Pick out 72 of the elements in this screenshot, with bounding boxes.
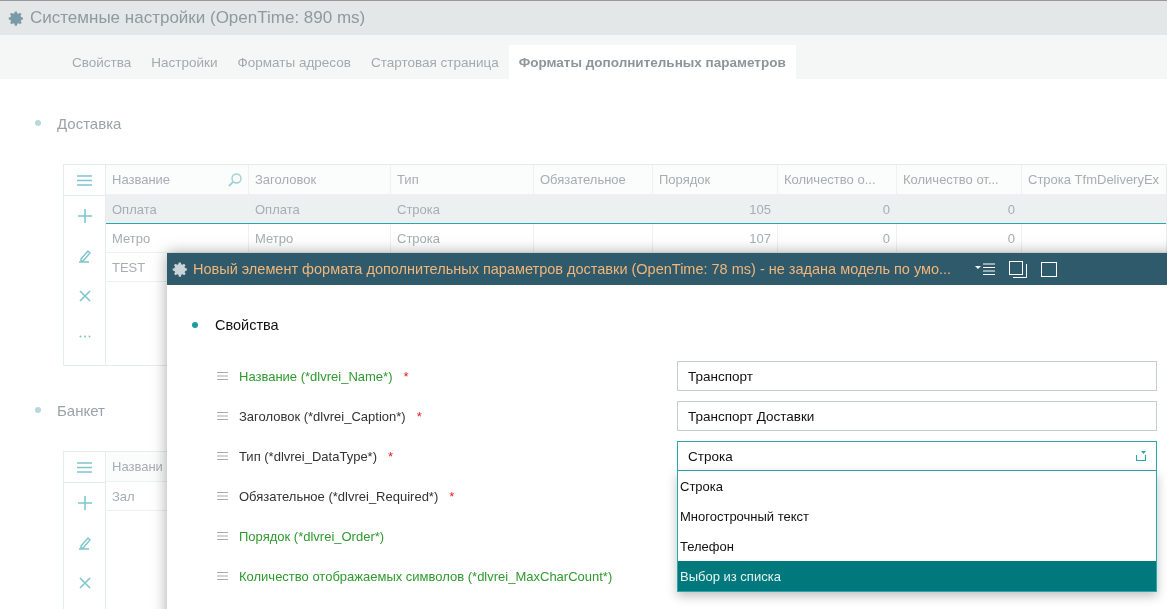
table-cell: 0 [882, 230, 890, 246]
table-cell: 107 [749, 230, 771, 246]
field-label: Название (*dlvrei_Name*) [239, 368, 393, 384]
table-cell: Оплата [112, 201, 157, 217]
drag-handle-icon[interactable] [217, 532, 228, 540]
field-label: Обязательное (*dlvrei_Required*) [239, 488, 439, 504]
pencil-icon[interactable] [78, 536, 91, 550]
bullet-icon [192, 322, 198, 328]
dropdown-option[interactable]: Многострочный текст [678, 501, 1156, 531]
window-title: Системные настройки (OpenTime: 890 ms) [30, 8, 366, 28]
tab[interactable]: Форматы дополнительных параметров [508, 45, 796, 79]
dropdown-icon[interactable] [1136, 451, 1146, 461]
search-icon[interactable] [228, 172, 242, 187]
tab[interactable]: Стартовая страница [360, 45, 509, 79]
field-label: Тип (*dlvrei_DataType*) [239, 448, 377, 464]
add-icon[interactable] [77, 496, 92, 510]
table-cell: Метро [255, 230, 294, 246]
maximize-icon[interactable] [1041, 261, 1058, 277]
add-icon[interactable] [77, 209, 92, 223]
table-cell: Зал [112, 488, 135, 504]
column-header[interactable]: Название [106, 165, 249, 194]
tab[interactable]: Форматы адресов [227, 45, 361, 79]
close-icon[interactable] [78, 577, 91, 589]
field-label: Заголовок (*dlvrei_Caption*) [239, 408, 406, 424]
drag-handle-icon[interactable] [217, 452, 228, 460]
table-cell: 105 [749, 201, 771, 217]
section-title: Свойства [215, 317, 279, 333]
tab[interactable]: Настройки [141, 45, 228, 79]
required-mark: * [449, 488, 455, 504]
column-header[interactable]: Порядок [653, 165, 778, 194]
dropdown-option[interactable]: Выбор из списка [678, 561, 1156, 591]
table-cell: Метро [112, 230, 151, 246]
table-cell: 0 [882, 201, 890, 217]
dropdown-option[interactable]: Телефон [678, 531, 1156, 561]
table-cell: 0 [1007, 201, 1015, 217]
column-header[interactable]: Количество о... [778, 165, 897, 194]
tab[interactable]: Свойства [62, 45, 142, 79]
pencil-icon[interactable] [78, 249, 91, 263]
required-mark: * [416, 408, 422, 424]
table-cell: 0 [1007, 230, 1015, 246]
table-cell: Строка [397, 230, 440, 246]
bullet-icon [35, 407, 41, 413]
drag-handle-icon[interactable] [217, 412, 228, 420]
section-title: Доставка [57, 114, 122, 132]
table-cell: Оплата [255, 201, 300, 217]
table-cell: TEST [112, 259, 146, 275]
table-cell: Строка [397, 201, 440, 217]
required-mark: * [403, 368, 409, 384]
type-dropdown[interactable]: Строка [677, 441, 1157, 471]
field-label: Количество отображаемых символов (*dlvrei_MaxCharCount*) [239, 568, 613, 584]
drag-handle-icon[interactable] [217, 492, 228, 500]
dropdown-option[interactable]: Строка [678, 471, 1156, 501]
text-field[interactable]: Транспорт [677, 361, 1157, 391]
restore-icon[interactable] [1009, 260, 1028, 278]
column-header[interactable]: Строка TfmDeliveryEx [1022, 165, 1166, 194]
column-header[interactable]: Тип [391, 165, 534, 194]
column-header[interactable]: Заголовок [249, 165, 391, 194]
dialog-title: Новый элемент формата дополнительных параметров доставки (OpenTime: 78 ms) - не задана модель по умо... [193, 261, 952, 277]
menu-icon[interactable] [975, 263, 996, 275]
more-icon[interactable] [78, 334, 91, 338]
settings-icon [8, 9, 25, 27]
section-title: Банкет [57, 401, 105, 419]
drag-handle-icon[interactable] [217, 572, 228, 580]
settings-icon [172, 260, 189, 278]
text-field[interactable]: Транспорт Доставки [677, 401, 1157, 431]
drag-handle-icon[interactable] [217, 372, 228, 380]
bullet-icon [35, 120, 41, 126]
column-header[interactable]: Количество от... [897, 165, 1022, 194]
close-icon[interactable] [78, 290, 91, 302]
required-mark: * [388, 448, 394, 464]
column-header[interactable]: Обязательное [534, 165, 653, 194]
field-label: Порядок (*dlvrei_Order*) [239, 528, 385, 544]
